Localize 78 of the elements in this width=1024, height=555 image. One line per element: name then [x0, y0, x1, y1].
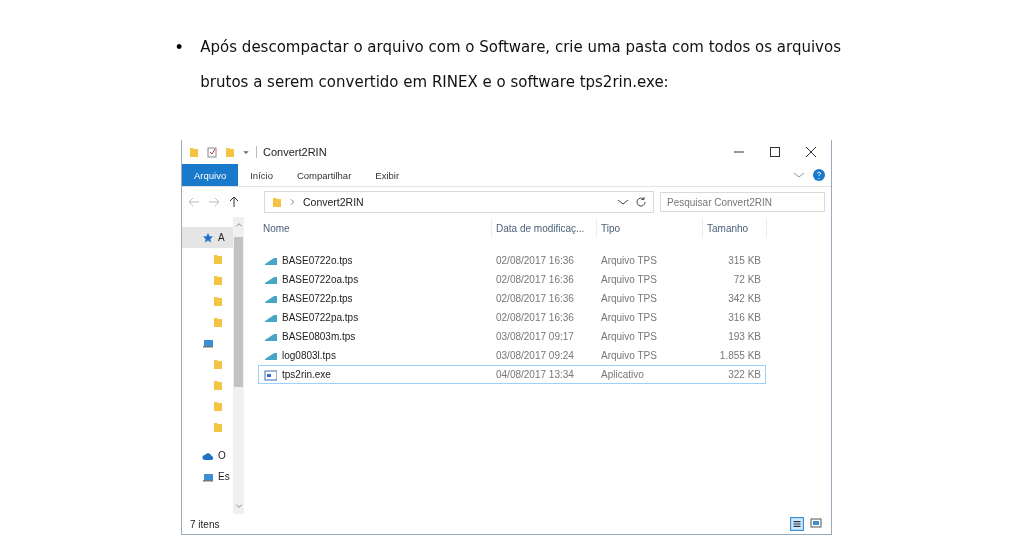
- file-name: BASE0722p.tps: [282, 293, 353, 304]
- help-icon: [813, 169, 825, 181]
- column-header[interactable]: Tipo: [597, 218, 703, 238]
- size-cell-text: 193 KB: [727, 331, 762, 342]
- search-field[interactable]: Pesquisar Convert2RIN: [660, 192, 825, 212]
- date-cell-text: 02/08/2017 16:36: [495, 255, 575, 266]
- close-icon: [805, 146, 817, 158]
- date-cell-text: 02/08/2017 16:36: [495, 293, 575, 304]
- file-name: BASE0803m.tps: [282, 331, 356, 342]
- date-cell-text: 02/08/2017 16:36: [495, 274, 575, 285]
- file-row[interactable]: BASE0722pa.tps 02/08/2017 16:36 Arquivo TPS 316 KB: [258, 308, 766, 327]
- file-row[interactable]: tps2rin.exe 04/08/2017 13:34 Aplicativo 322 KB: [258, 365, 766, 384]
- folder-icon: [212, 420, 224, 433]
- date-cell-text: 03/08/2017 09:24: [495, 350, 575, 361]
- size-cell-text: 72 KB: [732, 274, 762, 285]
- size-cell-text: 1.855 KB: [718, 350, 762, 361]
- type-cell-text: Aplicativo: [600, 369, 645, 380]
- type-cell-text: Arquivo TPS: [600, 331, 658, 342]
- file-name: BASE0722oa.tps: [282, 274, 359, 285]
- file-name: BASE0722pa.tps: [282, 312, 359, 323]
- file-name: tps2rin.exe: [282, 369, 331, 380]
- column-header[interactable]: Nome: [259, 218, 492, 238]
- up-icon: [228, 196, 240, 208]
- column-header[interactable]: Tamanho: [703, 218, 767, 238]
- back-icon: [188, 196, 200, 208]
- item-count: 7 itens: [190, 518, 220, 530]
- type-cell-text: Arquivo TPS: [600, 350, 658, 361]
- folder-icon: [212, 378, 224, 391]
- scrollbar[interactable]: [233, 217, 244, 514]
- file-row[interactable]: BASE0722o.tps 02/08/2017 16:36 Arquivo TPS 315 KB: [258, 251, 766, 270]
- window-title: Convert2RIN: [256, 146, 327, 158]
- maximize-icon: [769, 146, 781, 158]
- size-cell-text: 316 KB: [727, 312, 762, 323]
- size-cell-text: 315 KB: [727, 255, 762, 266]
- file-name: BASE0722o.tps: [282, 255, 353, 266]
- date-cell-text: 04/08/2017 13:34: [495, 369, 575, 380]
- file-row[interactable]: BASE0722oa.tps 02/08/2017 16:36 Arquivo TPS 72 KB: [258, 270, 766, 289]
- ribbon-tab[interactable]: Compartilhar: [284, 164, 364, 186]
- sidebar-item[interactable]: Es: [182, 466, 233, 487]
- folder-icon: [212, 252, 224, 265]
- forward-icon: [208, 196, 220, 208]
- folder-icon: [212, 273, 224, 286]
- address-bar[interactable]: Convert2RIN: [264, 191, 654, 213]
- bullet: •: [176, 36, 183, 59]
- folder-icon: [212, 399, 224, 412]
- type-cell-text: Arquivo TPS: [600, 312, 658, 323]
- ribbon-tab[interactable]: Início: [238, 164, 285, 186]
- chevron-right-icon: [289, 196, 297, 208]
- folder-icon: [271, 196, 283, 208]
- star-icon: [202, 231, 214, 244]
- large-icons-view-icon: [809, 517, 823, 529]
- folder-icon: [224, 146, 236, 158]
- sidebar-item[interactable]: A: [182, 227, 233, 248]
- column-header[interactable]: Data de modificaç...: [492, 218, 597, 238]
- properties-icon: [206, 146, 218, 158]
- date-cell-text: 02/08/2017 16:36: [495, 312, 575, 323]
- type-cell-text: Arquivo TPS: [600, 255, 658, 266]
- type-cell-text: Arquivo TPS: [600, 293, 658, 304]
- date-cell-text: 03/08/2017 09:17: [495, 331, 575, 342]
- file-name: log0803l.tps: [282, 350, 336, 361]
- folder-icon: [212, 315, 224, 328]
- size-cell-text: 322 KB: [727, 369, 762, 380]
- folder-icon: [212, 357, 224, 370]
- folder-icon: [188, 146, 200, 158]
- path-text: Convert2RIN: [303, 196, 364, 208]
- ribbon-tab[interactable]: Arquivo: [182, 164, 239, 186]
- file-row[interactable]: BASE0803m.tps 03/08/2017 09:17 Arquivo TPS 193 KB: [258, 327, 766, 346]
- file-row[interactable]: BASE0722p.tps 02/08/2017 16:36 Arquivo TPS 342 KB: [258, 289, 766, 308]
- refresh-icon: [635, 196, 647, 208]
- application-icon: [263, 368, 277, 381]
- details-view-icon: [789, 517, 805, 531]
- instruction-text: Após descompactar o arquivo com o Software, crie uma pasta com todos os arquivos brutos a serem convertido em RINEX e o software tps2rin.exe:: [200, 37, 842, 93]
- size-cell-text: 342 KB: [727, 293, 762, 304]
- sidebar-item[interactable]: O: [182, 445, 233, 466]
- file-row[interactable]: log0803l.tps 03/08/2017 09:24 Arquivo TPS 1.855 KB: [258, 346, 766, 365]
- type-cell-text: Arquivo TPS: [600, 274, 658, 285]
- ribbon-tab[interactable]: Exibir: [363, 164, 412, 186]
- folder-icon: [212, 294, 224, 307]
